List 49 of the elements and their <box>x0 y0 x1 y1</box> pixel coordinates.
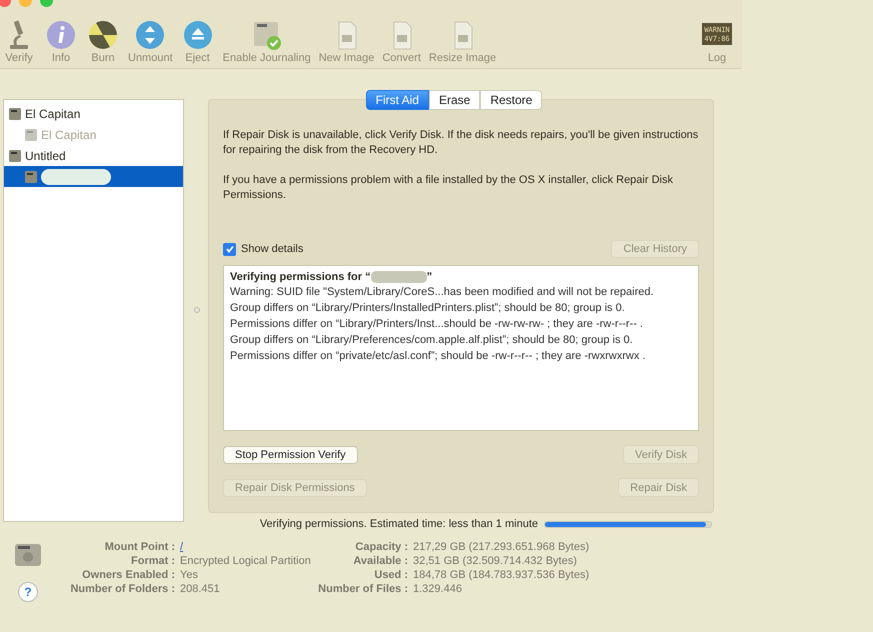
sidebar-item[interactable]: El Capitan <box>4 103 183 124</box>
redaction-blob <box>370 271 427 283</box>
toolbar-button[interactable]: Eject <box>185 52 210 64</box>
sidebar-item[interactable]: Untitled <box>4 145 183 166</box>
instruction-text: If Repair Disk is unavailable, click Verify Disk. If the disk needs repairs, you'll be given instructions for repairing the disk from the Recovery HD. <box>223 128 699 158</box>
tab[interactable]: Restore <box>480 90 542 110</box>
sidebar-item[interactable]: El Capitan <box>4 124 183 145</box>
mount-point-link[interactable]: / <box>180 540 184 554</box>
info-value: 208.451 <box>180 582 220 596</box>
toolbar-button[interactable]: Resize Image <box>428 52 496 64</box>
toolbar-button[interactable]: Unmount <box>128 52 173 64</box>
info-label: Number of Folders : <box>70 582 175 596</box>
log-line: Permissions differ on “Library/Printers/Inst...should be -rw-rw-rw- ; they are -rw-r--r-- . <box>230 317 644 332</box>
info-label: Capacity : <box>355 540 408 554</box>
log-line: Group differs on “Library/Preferences/com.apple.alf.plist”; should be 80; group is 0. <box>230 333 634 348</box>
action-button[interactable]: Stop Permission Verify <box>223 446 358 464</box>
info-label: Format : <box>131 554 175 568</box>
info-label: Owners Enabled : <box>82 568 175 582</box>
info-label: Mount Point : <box>104 540 175 554</box>
toolbar-button[interactable]: Burn <box>91 52 115 64</box>
info-value: Yes <box>180 568 198 582</box>
info-label: Number of Files : <box>318 582 408 596</box>
toolbar-button[interactable]: Log <box>708 52 726 64</box>
info-value: 184,78 GB (184.783.937.536 Bytes) <box>413 568 590 582</box>
info-value: 1.329.446 <box>413 582 462 596</box>
log-line: Permissions differ on “private/etc/asl.conf”; should be -rw-r--r-- ; they are -rwxrwxrwx . <box>230 349 646 364</box>
redaction-blob <box>41 168 111 184</box>
toolbar-button[interactable]: Convert <box>382 52 421 64</box>
info-value: 217,29 GB (217.293.651.968 Bytes) <box>413 540 590 554</box>
info-value: Encrypted Logical Partition <box>180 554 311 568</box>
log-line: Warning: SUID file "System/Library/CoreS...has been modified and will not be repaired. <box>230 285 655 300</box>
instruction-text: If you have a permissions problem with a file installed by the OS X installer, click Repair Disk Permissions. <box>223 173 674 203</box>
sidebar-item[interactable] <box>4 166 183 187</box>
log-heading: ” <box>426 271 432 283</box>
info-label: Used : <box>374 568 408 582</box>
tab[interactable]: First Aid <box>366 90 429 110</box>
info-label: Available : <box>353 554 408 568</box>
toolbar-button[interactable]: New Image <box>318 52 374 64</box>
tab[interactable]: Erase <box>428 90 480 110</box>
toolbar-button[interactable]: Verify <box>5 52 33 64</box>
info-value: 32,51 GB (32.509.714.432 Bytes) <box>413 554 577 568</box>
help-button[interactable]: ? <box>18 582 38 602</box>
toolbar-button[interactable]: Enable Journaling <box>222 52 311 64</box>
log-heading: Verifying permissions for “ <box>230 271 371 283</box>
progress-label: Verifying permissions. Estimated time: less than 1 minute <box>260 518 538 530</box>
log-line: Group differs on “Library/Printers/InstalledPrinters.plist”; should be 80; group is 0. <box>230 301 626 316</box>
toolbar-button[interactable]: Info <box>52 52 70 64</box>
checkbox[interactable] <box>223 242 236 256</box>
show-details-checkbox[interactable]: Show details <box>223 242 304 256</box>
